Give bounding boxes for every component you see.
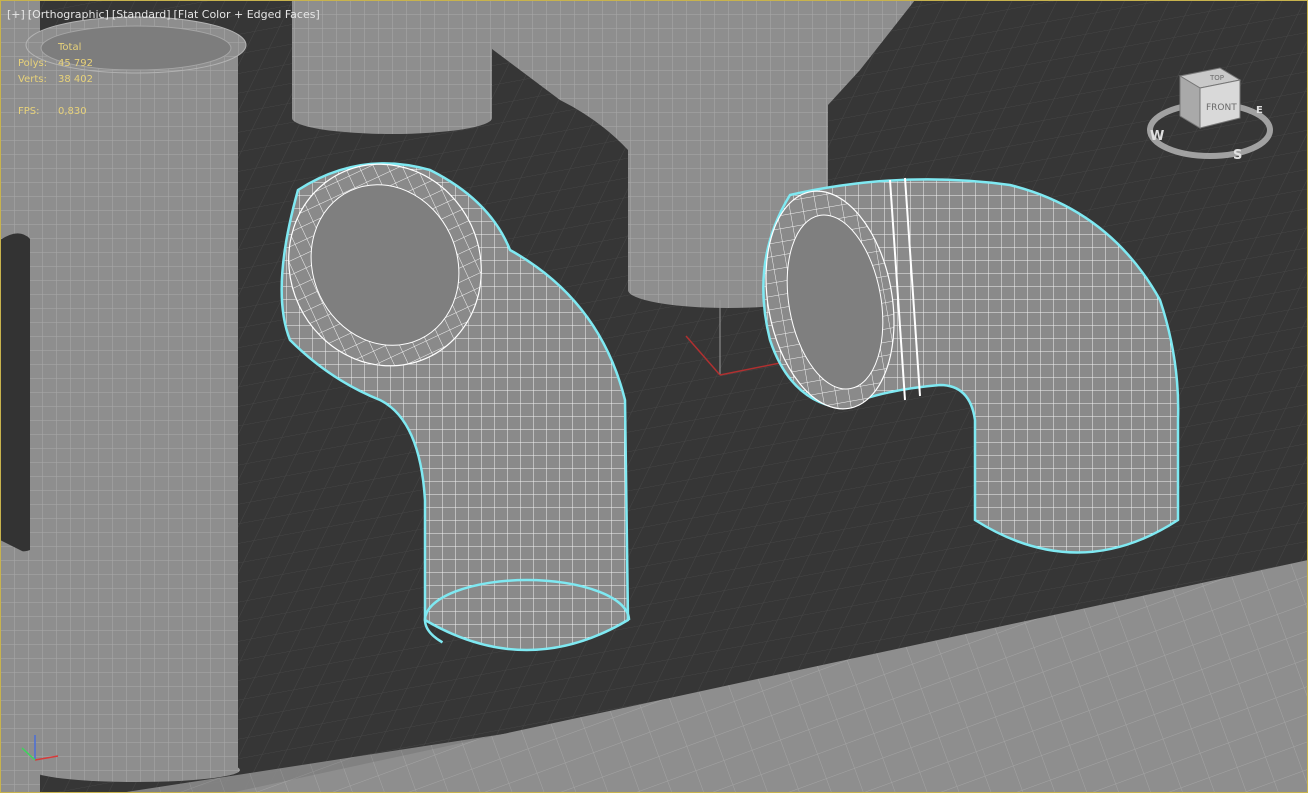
viewport-perspective[interactable]: [+] [Orthographic] [Standard] [Flat Color +… bbox=[0, 0, 1308, 793]
viewport-menu-display-mode[interactable]: [Flat Color + Edged Faces] bbox=[174, 8, 320, 21]
polys-value: 45 792 bbox=[58, 58, 93, 69]
compass-west-label[interactable]: W bbox=[1150, 129, 1164, 144]
scene-canvas[interactable] bbox=[0, 0, 1308, 793]
viewport-menu-view[interactable]: [Orthographic] bbox=[28, 8, 109, 21]
compass-south-label[interactable]: S bbox=[1233, 148, 1242, 163]
viewcube-top-label[interactable]: TOP bbox=[1209, 74, 1224, 82]
viewport-menu-shading-preset[interactable]: [Standard] bbox=[112, 8, 171, 21]
viewport-menu-plus[interactable]: [+] bbox=[7, 8, 25, 21]
verts-value: 38 402 bbox=[58, 74, 93, 85]
stats-header: Total bbox=[58, 42, 82, 53]
viewport-statistics: Total Polys: 45 792 Verts: 38 402 FPS: 0,83… bbox=[18, 40, 93, 120]
fps-label: FPS: bbox=[18, 106, 40, 117]
viewport-label-menu[interactable]: [+] [Orthographic] [Standard] [Flat Color +… bbox=[7, 8, 323, 21]
fps-value: 0,830 bbox=[58, 106, 87, 117]
verts-label: Verts: bbox=[18, 74, 47, 85]
viewcube-front-label[interactable]: FRONT bbox=[1206, 103, 1237, 113]
viewcube[interactable]: TOP FRONT W S E bbox=[1140, 58, 1280, 168]
compass-east-label[interactable]: E bbox=[1256, 105, 1263, 116]
polys-label: Polys: bbox=[18, 58, 48, 69]
